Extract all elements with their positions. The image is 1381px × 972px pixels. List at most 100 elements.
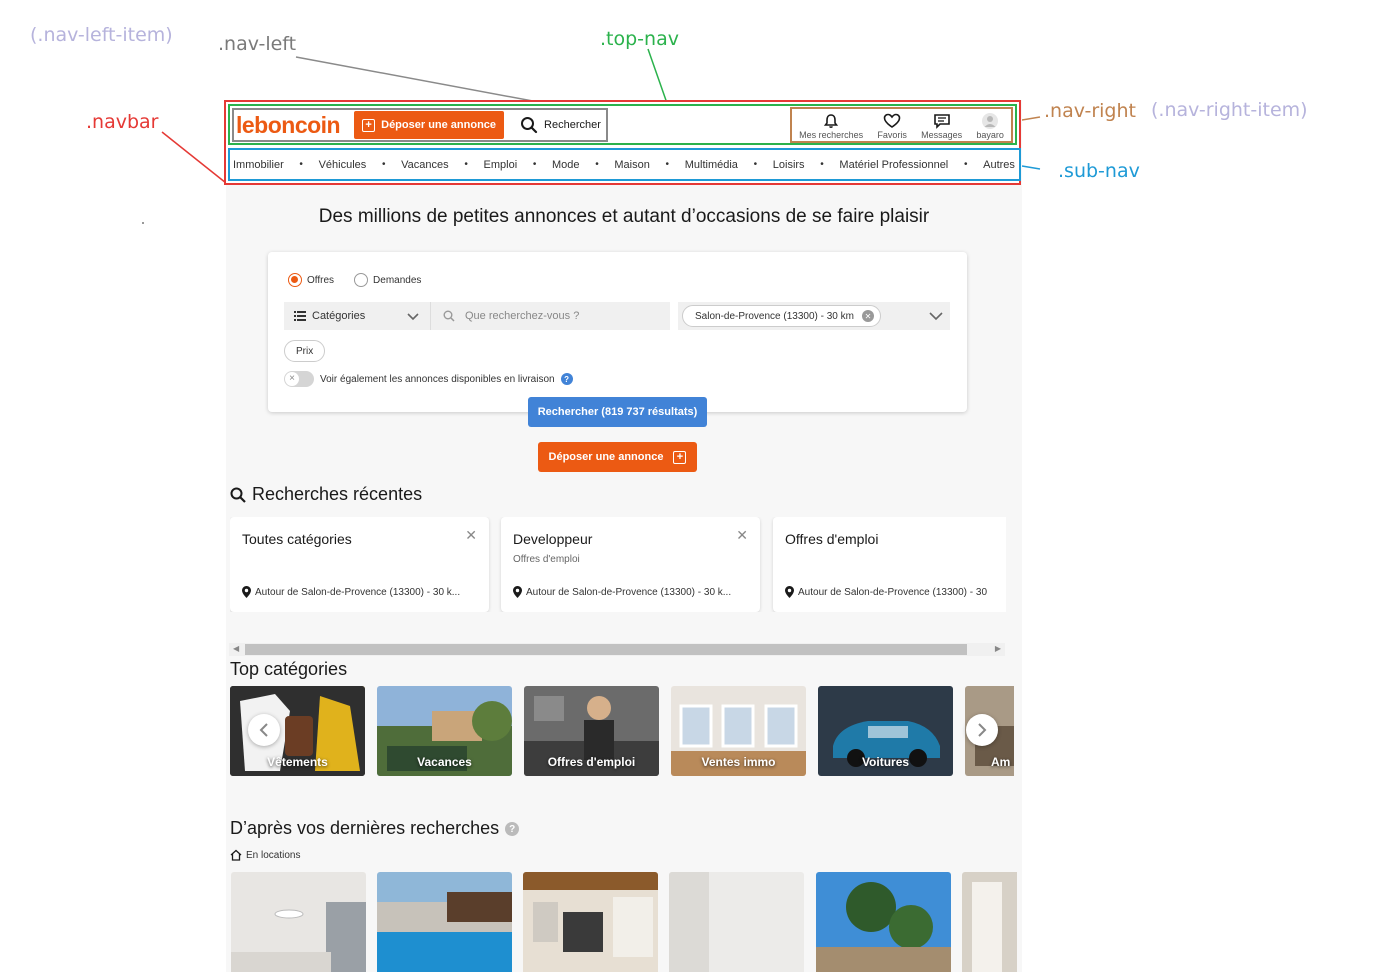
sub-nav-item-maison[interactable]: Maison <box>614 159 649 171</box>
sub-nav-item-vacances[interactable]: Vacances <box>401 159 449 171</box>
radio-checked-icon <box>288 273 302 287</box>
recent-search-location: Autour de Salon-de-Provence (13300) - 30… <box>513 586 753 598</box>
sub-nav-item-mode[interactable]: Mode <box>552 159 580 171</box>
search-submit-button[interactable]: Rechercher (819 737 résultats) <box>528 397 707 427</box>
search-link[interactable]: Rechercher <box>520 116 601 134</box>
hero-title: Des millions de petites annonces et auta… <box>318 206 930 227</box>
category-tile-voitures[interactable]: Voitures <box>818 686 953 776</box>
category-tile-offres-emploi[interactable]: Offres d'emploi <box>524 686 659 776</box>
price-filter-button[interactable]: Prix <box>284 340 326 362</box>
carousel-next-button[interactable] <box>966 714 998 746</box>
offer-type-radios: Offres Demandes <box>288 273 421 287</box>
delivery-toggle-row: Voir également les annonces disponibles … <box>284 371 573 387</box>
recent-search-location: Autour de Salon-de-Provence (13300) - 30… <box>242 586 482 598</box>
en-locations-link[interactable]: En locations <box>230 849 300 861</box>
category-tile-ventes-immo[interactable]: Ventes immo <box>671 686 806 776</box>
help-icon[interactable]: ? <box>560 373 573 385</box>
radio-demandes-label: Demandes <box>373 274 422 286</box>
nav-right-item-favoris[interactable]: Favoris <box>877 113 907 140</box>
search-icon <box>443 310 455 322</box>
plus-icon: + <box>362 118 376 132</box>
deposit-ad-button-main[interactable]: Déposer une annonce + <box>538 442 697 472</box>
listing-photo[interactable] <box>816 872 951 972</box>
recent-searches-title: Recherches récentes <box>252 484 423 504</box>
sub-nav-item-vehicules[interactable]: Véhicules <box>319 159 367 171</box>
nav-right-item-bayaro[interactable]: bayaro <box>976 113 1004 140</box>
close-icon[interactable]: ✕ <box>465 527 477 544</box>
recent-search-location: Autour de Salon-de-Provence (13300) - 30 <box>785 586 1006 598</box>
recent-search-title: Developpeur <box>513 531 593 547</box>
search-input-placeholder: Que recherchez-vous ? <box>465 310 580 322</box>
heart-icon <box>883 113 901 128</box>
chevron-down-icon[interactable] <box>928 309 944 323</box>
empty-room-image <box>669 872 804 972</box>
latest-searches-title: D’après vos dernières recherches <box>230 818 500 838</box>
nav-left: leboncoin + Déposer une annonce Recherch… <box>232 108 608 142</box>
category-tile-label: Ventes immo <box>701 755 776 769</box>
recent-search-card[interactable]: Developpeur Offres d'emploi Autour de Sa… <box>501 517 760 612</box>
annotation-nav-right-item: (.nav-right-item) <box>1151 99 1308 121</box>
search-icon <box>521 117 538 134</box>
pool-image <box>377 872 512 972</box>
search-card: Offres Demandes Catégories Que recherche… <box>268 252 967 412</box>
delivery-toggle[interactable] <box>284 371 314 387</box>
help-icon[interactable]: ? <box>505 822 520 837</box>
deposit-ad-button[interactable]: + Déposer une annonce <box>354 111 505 139</box>
navbar: leboncoin + Déposer une annonce Recherch… <box>224 100 1021 185</box>
scrollbar-thumb[interactable] <box>245 644 967 655</box>
location-field[interactable]: Salon-de-Provence (13300) - 30 km ✕ <box>678 302 950 330</box>
scroll-left-arrow-icon[interactable]: ◀ <box>233 644 239 653</box>
kitchen-image <box>523 872 658 972</box>
user-avatar-icon <box>982 113 999 129</box>
category-tile-label: Offres d'emploi <box>547 755 636 769</box>
sub-nav-item-materiel-pro[interactable]: Matériel Professionnel <box>839 159 948 171</box>
apartment-interior-image <box>231 872 366 972</box>
listing-photo[interactable] <box>962 872 1017 972</box>
listing-photo[interactable] <box>231 872 366 972</box>
annotation-top-nav: .top-nav <box>600 28 679 50</box>
recent-search-title: Toutes catégories <box>242 531 352 547</box>
category-tile-label: Vacances <box>417 755 472 769</box>
deposit-ad-label: Déposer une annonce <box>381 119 497 131</box>
category-tile-vacances[interactable]: Vacances <box>377 686 512 776</box>
nav-right-item-label: Mes recherches <box>799 130 864 140</box>
categories-select[interactable]: Catégories <box>284 302 430 330</box>
radio-offres-label: Offres <box>307 274 335 286</box>
sub-nav-item-autres[interactable]: Autres <box>983 159 1015 171</box>
radio-demandes[interactable]: Demandes <box>354 273 421 287</box>
list-icon <box>294 311 306 321</box>
recent-searches-list: Toutes catégories Autour de Salon-de-Pro… <box>230 517 1006 612</box>
delivery-toggle-label: Voir également les annonces disponibles … <box>320 373 555 385</box>
listing-photo[interactable] <box>523 872 658 972</box>
sub-nav-item-multimedia[interactable]: Multimédia <box>685 159 738 171</box>
search-input[interactable]: Que recherchez-vous ? <box>430 302 670 330</box>
top-categories-carousel: Vêtements Vacances Offres d'emploi Vente… <box>230 686 1014 776</box>
sub-nav-item-immobilier[interactable]: Immobilier <box>233 159 284 171</box>
listing-photo[interactable] <box>377 872 512 972</box>
recent-search-card[interactable]: Toutes catégories Autour de Salon-de-Pro… <box>230 517 489 612</box>
sub-nav-item-emploi[interactable]: Emploi <box>484 159 518 171</box>
location-pin-icon <box>242 586 251 598</box>
recent-search-card[interactable]: Offres d'emploi Autour de Salon-de-Prove… <box>773 517 1006 612</box>
logo[interactable]: leboncoin <box>236 112 341 139</box>
annotation-nav-left-item: (.nav-left-item) <box>30 24 173 46</box>
search-fields: Catégories Que recherchez-vous ? Salon-d… <box>284 302 950 330</box>
horizontal-scrollbar[interactable]: ◀ ▶ <box>229 643 1005 656</box>
plus-icon: + <box>673 450 687 464</box>
scroll-right-arrow-icon[interactable]: ▶ <box>995 644 1001 653</box>
nav-right-item-mes-recherches[interactable]: Mes recherches <box>799 113 863 140</box>
room-door-image <box>962 872 1017 972</box>
clear-location-icon[interactable]: ✕ <box>861 310 874 322</box>
recent-search-location-label: Autour de Salon-de-Provence (13300) - 30… <box>526 586 732 598</box>
location-chip[interactable]: Salon-de-Provence (13300) - 30 km ✕ <box>682 305 881 327</box>
carousel-prev-button[interactable] <box>248 714 280 746</box>
radio-unchecked-icon <box>354 273 369 287</box>
listing-photo[interactable] <box>669 872 804 972</box>
latest-listings-row <box>231 872 1017 972</box>
sub-nav-item-loisirs[interactable]: Loisirs <box>773 159 805 171</box>
radio-offres[interactable]: Offres <box>288 273 334 287</box>
nav-right-item-messages[interactable]: Messages <box>921 113 962 140</box>
close-icon[interactable]: ✕ <box>736 527 748 544</box>
search-icon <box>230 487 246 503</box>
sub-nav: Immobilier • Véhicules • Vacances • Emploi •… <box>228 148 1021 181</box>
